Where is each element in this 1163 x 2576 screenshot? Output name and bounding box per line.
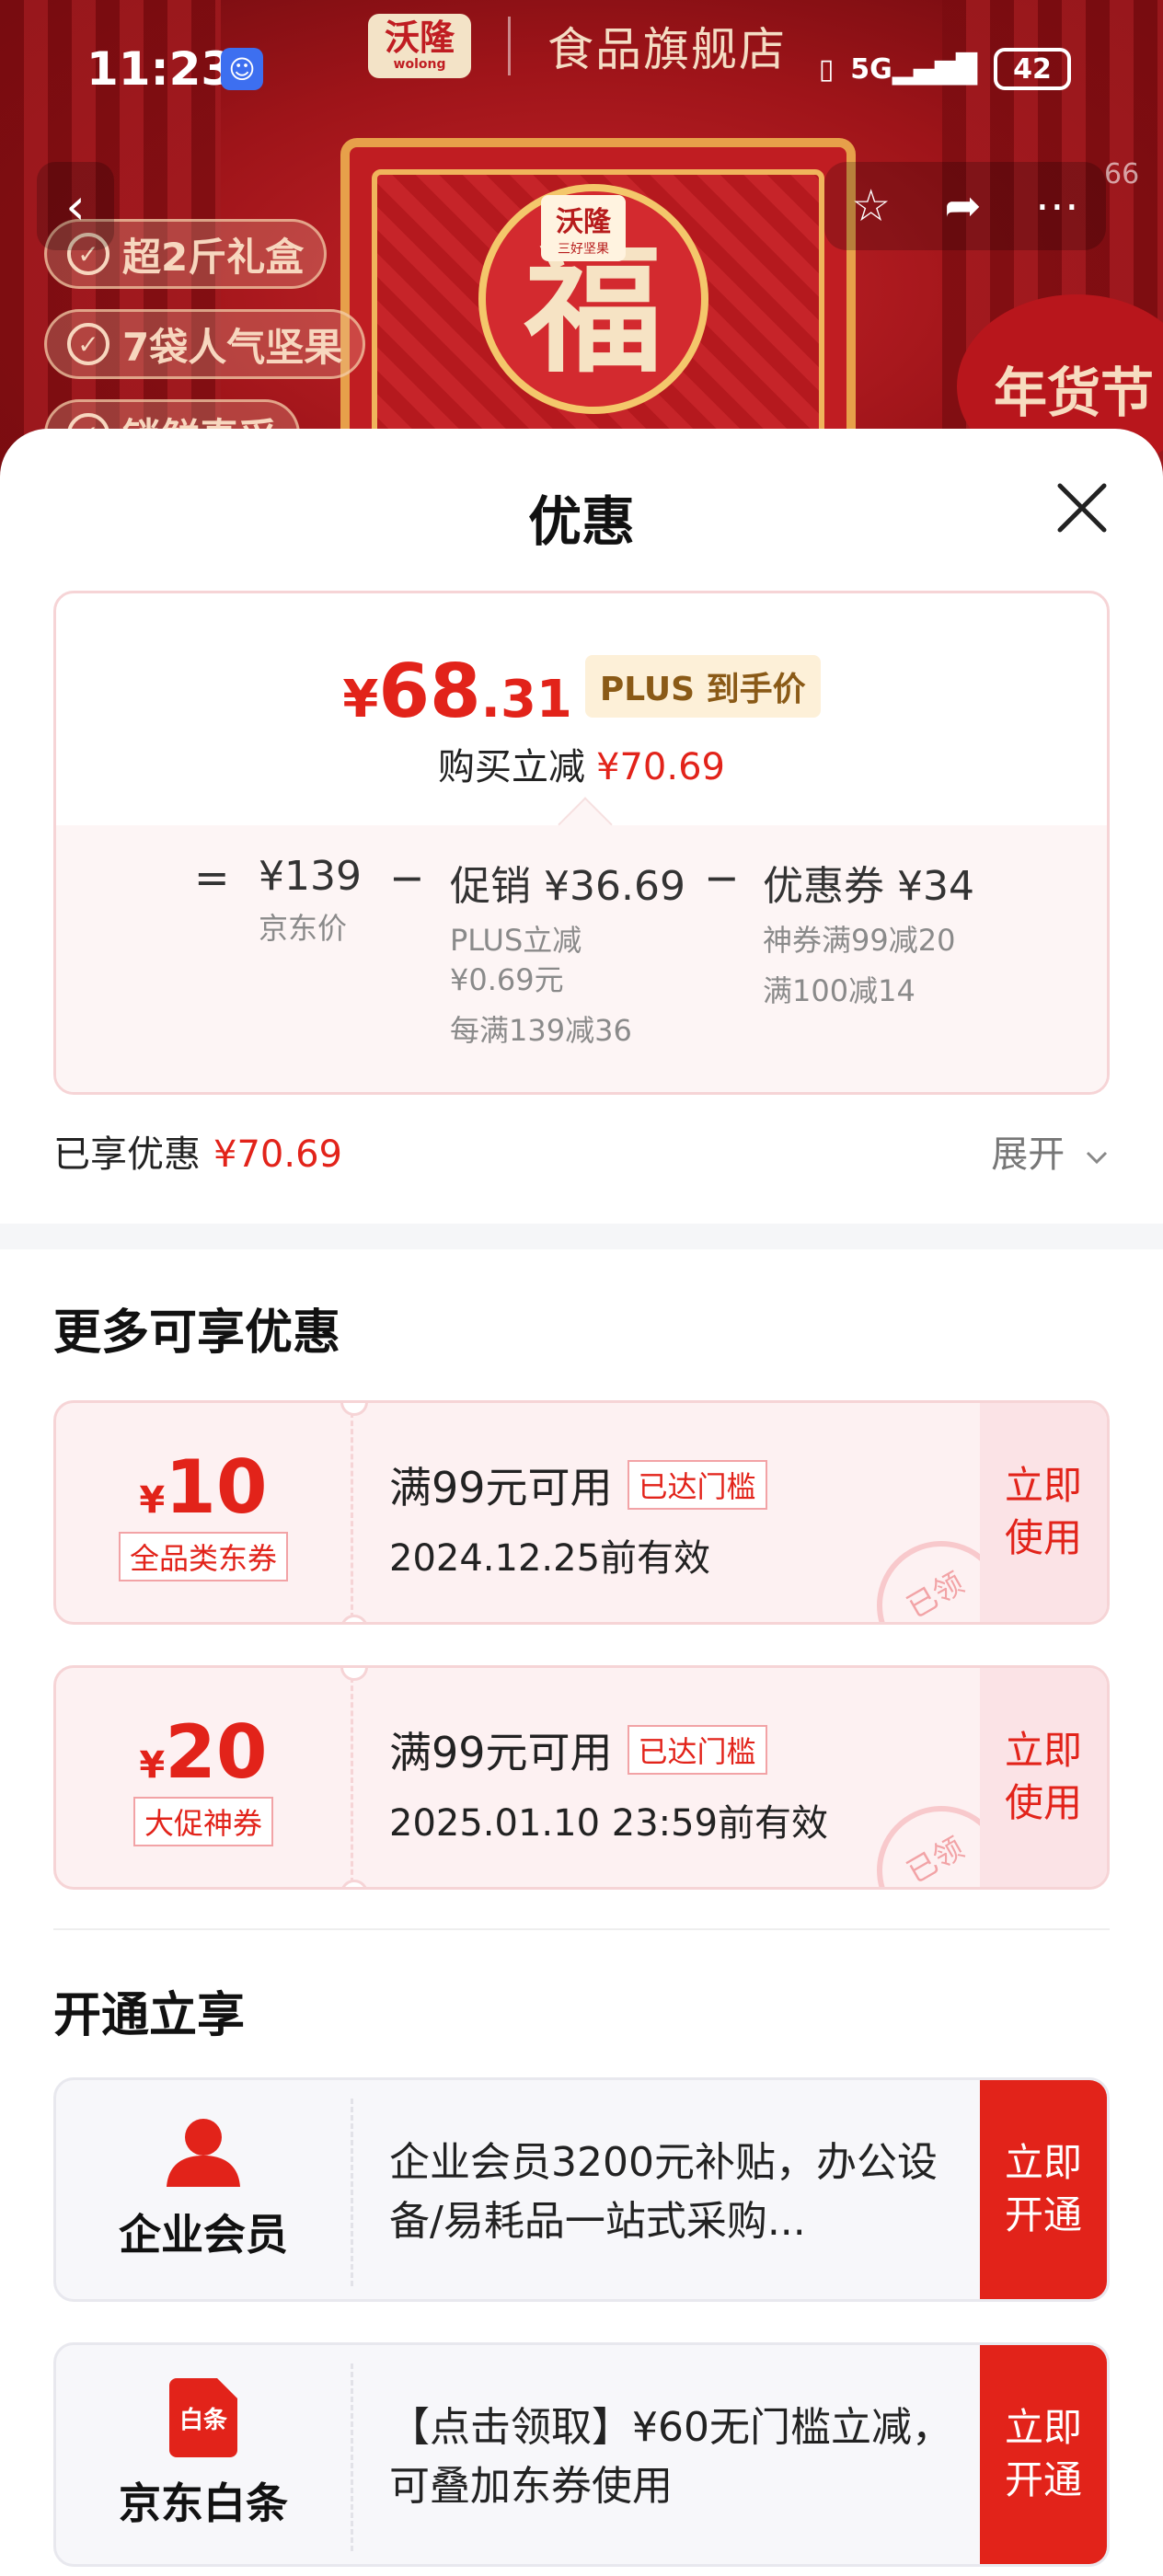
status-icons: ▯ 5G▂▄▆█ 42 xyxy=(819,48,1071,90)
open-enjoy-title: 开通立享 xyxy=(53,1988,246,2043)
enterprise-member-card: 企业会员 企业会员3200元补贴，办公设备/易耗品一站式采购... 立即 开通 xyxy=(53,2077,1110,2302)
use-now-button[interactable]: 立即 使用 xyxy=(980,1668,1107,1887)
member-name: 企业会员 xyxy=(119,2210,288,2260)
message-count: 66 xyxy=(1104,158,1140,190)
open-now-button[interactable]: 立即 开通 xyxy=(980,2345,1107,2564)
box-brand: 沃隆 三好坚果 xyxy=(541,195,626,261)
store-logo: 沃隆 wolong xyxy=(368,14,472,78)
chevron-down-icon xyxy=(1086,1151,1108,1165)
coupon-expiry: 2025.01.10 23:59前有效 xyxy=(389,1802,829,1845)
promo-discount: 促销 ¥36.69 PLUS立减 ¥0.69元 每满139减36 xyxy=(450,863,685,1049)
coupon-card: ¥10 全品类东券 满99元可用 已达门槛 2024.12.25前有效 已领 立即… xyxy=(53,1400,1110,1625)
product-tag: ✓ 7袋人气坚果 xyxy=(44,309,366,379)
member-description: 【点击领取】¥60无门槛立减，可叠加东券使用 xyxy=(389,2404,952,2510)
threshold-reached-badge: 已达门槛 xyxy=(627,1725,767,1775)
sheet-title: 优惠 xyxy=(527,490,635,553)
check-icon: ✓ xyxy=(67,323,109,365)
member-description: 企业会员3200元补贴，办公设备/易耗品一站式采购... xyxy=(389,2139,938,2245)
discount-sheet: 优惠 ¥68.31 PLUS 到手价 购买立减 ¥70.69 = ¥139 京东… xyxy=(0,429,1163,2576)
price-breakdown-card: ¥68.31 PLUS 到手价 购买立减 ¥70.69 = ¥139 京东价 − … xyxy=(53,591,1110,1095)
product-image[interactable]: 福 沃隆 三好坚果 xyxy=(340,138,856,478)
expand-button[interactable]: 展开 xyxy=(991,1124,1110,1178)
store-header[interactable]: 沃隆 wolong 食品旗舰店 xyxy=(368,13,787,79)
member-name: 京东白条 xyxy=(119,2478,288,2528)
coupon-value: ¥20 xyxy=(139,1708,268,1795)
user-icon xyxy=(167,2119,240,2187)
coupon-expiry: 2024.12.25前有效 xyxy=(389,1537,711,1580)
app-notification-icon: ☺ xyxy=(221,48,263,90)
chevron-left-icon: ‹ xyxy=(65,177,86,236)
favorite-star-icon[interactable]: ☆ xyxy=(851,180,891,232)
baitiao-icon: 白条 xyxy=(169,2378,237,2457)
buy-reduce: 购买立减 ¥70.69 xyxy=(438,746,725,788)
jd-price: ¥139 京东价 xyxy=(259,853,362,946)
coupon-category: 全品类东券 xyxy=(118,1531,288,1581)
close-button[interactable] xyxy=(1054,480,1110,535)
status-bar: 11:23 ☺ 沃隆 wolong 食品旗舰店 ▯ 5G▂▄▆█ 42 xyxy=(0,0,1163,147)
close-icon xyxy=(1057,483,1107,533)
battery-icon: 42 xyxy=(994,48,1071,90)
clock: 11:23 xyxy=(86,42,234,96)
share-icon[interactable]: ➦ xyxy=(944,180,981,232)
threshold-reached-badge: 已达门槛 xyxy=(627,1460,767,1510)
baitiao-card: 白条 京东白条 【点击领取】¥60无门槛立减，可叠加东券使用 立即 开通 xyxy=(53,2342,1110,2567)
coupon-discount: 优惠券 ¥34 神券满99减20 满100减14 xyxy=(763,863,974,1009)
coupon-condition: 满99元可用 xyxy=(389,1728,613,1777)
coupon-condition: 满99元可用 xyxy=(389,1463,613,1512)
enjoyed-discount: 已享优惠 ¥70.69 xyxy=(53,1133,342,1176)
use-now-button[interactable]: 立即 使用 xyxy=(980,1403,1107,1622)
open-now-button[interactable]: 立即 开通 xyxy=(980,2080,1107,2299)
coupon-value: ¥10 xyxy=(139,1443,268,1530)
back-button[interactable]: ‹ xyxy=(37,162,114,250)
store-name: 食品旗舰店 xyxy=(547,23,788,76)
signal-icon: 5G▂▄▆█ xyxy=(850,52,977,86)
coupon-card: ¥20 大促神券 满99元可用 已达门槛 2025.01.10 23:59前有效 … xyxy=(53,1665,1110,1890)
plus-price-tag: PLUS 到手价 xyxy=(584,655,821,718)
nav-actions: ☆ ➦ ⋯ xyxy=(824,162,1106,250)
more-icon[interactable]: ⋯ xyxy=(1035,180,1079,232)
vibrate-icon: ▯ xyxy=(818,52,835,86)
final-price: ¥68.31 PLUS 到手价 xyxy=(56,649,1107,734)
coupon-category: 大促神券 xyxy=(132,1796,273,1846)
price-formula: = ¥139 京东价 − 促销 ¥36.69 PLUS立减 ¥0.69元 每满1… xyxy=(56,825,1107,1092)
more-offers-title: 更多可享优惠 xyxy=(53,1305,341,1361)
